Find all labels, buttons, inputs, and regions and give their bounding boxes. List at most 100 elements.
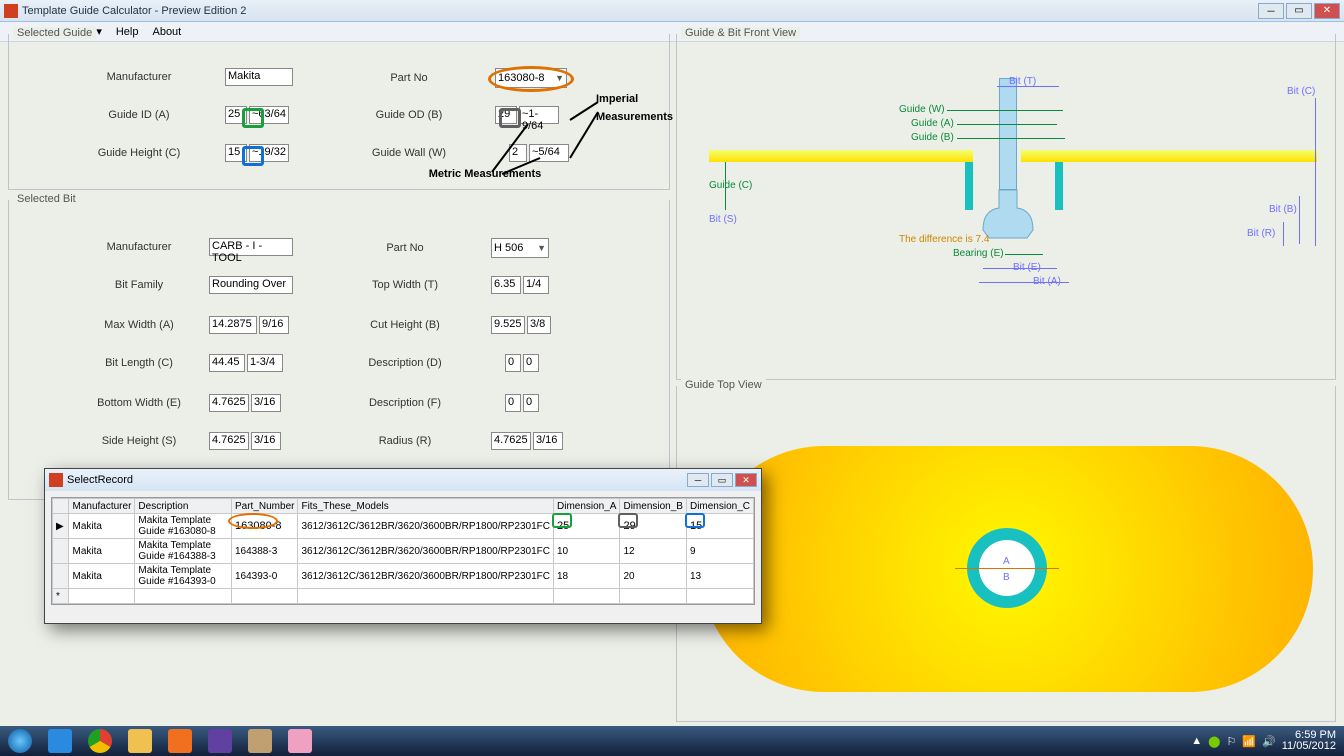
annotation-rect-guideht bbox=[242, 146, 264, 166]
bit-ch-label: Cut Height (B) bbox=[355, 319, 455, 331]
minimize-button[interactable]: － bbox=[1258, 3, 1284, 19]
bit-bw-metric[interactable]: 4.7625 bbox=[209, 394, 249, 412]
bit-r-imperial[interactable]: 3/16 bbox=[533, 432, 563, 450]
bit-topw-imperial[interactable]: 1/4 bbox=[523, 276, 549, 294]
group-front-view: Guide & Bit Front View Bit (T) Guide (W)… bbox=[676, 34, 1336, 380]
guide-od-imperial[interactable]: ~1-9/64 bbox=[519, 106, 559, 124]
bit-topw-label: Top Width (T) bbox=[355, 279, 455, 291]
dim-guideC: Guide (C) bbox=[709, 180, 752, 191]
guide-wall-imperial[interactable]: ~5/64 bbox=[529, 144, 569, 162]
dim-diff: The difference is 7.4 bbox=[899, 234, 989, 245]
group-selected-guide: Selected Guide Manufacturer Makita Part … bbox=[8, 34, 670, 190]
bit-fam-label: Bit Family bbox=[89, 279, 189, 291]
topview-A: A bbox=[1003, 556, 1010, 567]
col-partnumber[interactable]: Part_Number bbox=[232, 499, 298, 514]
taskbar-vs-icon[interactable] bbox=[200, 726, 240, 756]
guide-mfr-field[interactable]: Makita bbox=[225, 68, 293, 86]
table-row[interactable]: MakitaMakita Template Guide #164388-3164… bbox=[53, 539, 754, 564]
app-icon bbox=[4, 4, 18, 18]
group-top-view: Guide Top View A B bbox=[676, 386, 1336, 722]
col-manufacturer[interactable]: Manufacturer bbox=[69, 499, 135, 514]
group-label: Guide Top View bbox=[681, 379, 766, 391]
bit-bw-imperial[interactable]: 3/16 bbox=[251, 394, 281, 412]
bit-maxw-label: Max Width (A) bbox=[89, 319, 189, 331]
titlebar: Template Guide Calculator - Preview Edit… bbox=[0, 0, 1344, 22]
group-label: Selected Guide bbox=[13, 27, 96, 39]
table-row[interactable]: ▶ MakitaMakita Template Guide #163080-8 … bbox=[53, 514, 754, 539]
bit-len-imperial[interactable]: 1-3/4 bbox=[247, 354, 283, 372]
app-icon bbox=[49, 473, 63, 487]
col-dimA[interactable]: Dimension_A bbox=[554, 499, 620, 514]
bit-part-combo[interactable]: H 506▼ bbox=[491, 238, 549, 258]
taskbar-paint-icon[interactable] bbox=[280, 726, 320, 756]
popup-minimize-button[interactable]: － bbox=[687, 473, 709, 487]
table-row[interactable]: MakitaMakita Template Guide #164393-0164… bbox=[53, 564, 754, 589]
guide-wall-metric[interactable]: 2 bbox=[509, 144, 527, 162]
table-row-new[interactable]: * bbox=[53, 589, 754, 604]
popup-title: SelectRecord bbox=[67, 474, 685, 486]
plate-right bbox=[1021, 150, 1317, 162]
tray-clock[interactable]: 6:59 PM11/05/2012 bbox=[1282, 730, 1336, 752]
bit-sh-label: Side Height (S) bbox=[89, 435, 189, 447]
col-fitsmodels[interactable]: Fits_These_Models bbox=[298, 499, 554, 514]
bit-mfr-label: Manufacturer bbox=[89, 241, 189, 253]
window-title: Template Guide Calculator - Preview Edit… bbox=[22, 5, 1256, 17]
bit-bw-label: Bottom Width (E) bbox=[89, 397, 189, 409]
dim-bitB: Bit (B) bbox=[1269, 204, 1297, 215]
guide-id-label: Guide ID (A) bbox=[89, 109, 189, 121]
taskbar-chrome-icon[interactable] bbox=[80, 726, 120, 756]
tray-volume-icon[interactable]: 🔊 bbox=[1262, 735, 1276, 748]
tray-flag-icon[interactable]: ⚐ bbox=[1226, 735, 1236, 748]
guide-mfr-label: Manufacturer bbox=[89, 71, 189, 83]
dim-bearing: Bearing (E) bbox=[953, 248, 1004, 259]
bit-dd-imperial[interactable]: 0 bbox=[523, 354, 539, 372]
col-description[interactable]: Description bbox=[135, 499, 232, 514]
topview-B: B bbox=[1003, 572, 1010, 583]
bit-len-metric[interactable]: 44.45 bbox=[209, 354, 245, 372]
col-dimC[interactable]: Dimension_C bbox=[686, 499, 753, 514]
system-tray[interactable]: ▲ ⬤ ⚐ 📶 🔊 6:59 PM11/05/2012 bbox=[1183, 730, 1344, 752]
bit-len-label: Bit Length (C) bbox=[89, 357, 189, 369]
start-button[interactable] bbox=[0, 726, 40, 756]
close-button[interactable]: ✕ bbox=[1314, 3, 1340, 19]
bit-topw-metric[interactable]: 6.35 bbox=[491, 276, 521, 294]
bit-fam-field[interactable]: Rounding Over bbox=[209, 276, 293, 294]
dim-guideW: Guide (W) bbox=[899, 104, 945, 115]
bit-r-label: Radius (R) bbox=[355, 435, 455, 447]
bit-df-label: Description (F) bbox=[355, 397, 455, 409]
bit-maxw-metric[interactable]: 14.2875 bbox=[209, 316, 257, 334]
popup-titlebar[interactable]: SelectRecord － ▭ ✕ bbox=[45, 469, 761, 491]
bit-sh-imperial[interactable]: 3/16 bbox=[251, 432, 281, 450]
group-label: Selected Bit bbox=[13, 193, 80, 205]
guide-ht-label: Guide Height (C) bbox=[89, 147, 189, 159]
annotation-metric: Metric Measurements bbox=[420, 164, 550, 183]
taskbar: ▲ ⬤ ⚐ 📶 🔊 6:59 PM11/05/2012 bbox=[0, 726, 1344, 756]
bit-mfr-field[interactable]: CARB - I - TOOL bbox=[209, 238, 293, 256]
bit-r-metric[interactable]: 4.7625 bbox=[491, 432, 531, 450]
taskbar-calc-icon[interactable] bbox=[240, 726, 280, 756]
tray-network-icon[interactable]: 📶 bbox=[1242, 735, 1256, 748]
taskbar-explorer-icon[interactable] bbox=[120, 726, 160, 756]
popup-maximize-button[interactable]: ▭ bbox=[711, 473, 733, 487]
annotation-rect-guideid bbox=[242, 108, 264, 128]
bit-ch-imperial[interactable]: 3/8 bbox=[527, 316, 551, 334]
taskbar-media-icon[interactable] bbox=[160, 726, 200, 756]
taskbar-ie-icon[interactable] bbox=[40, 726, 80, 756]
tray-icon[interactable]: ▲ bbox=[1191, 735, 1202, 747]
col-dimB[interactable]: Dimension_B bbox=[620, 499, 686, 514]
popup-close-button[interactable]: ✕ bbox=[735, 473, 757, 487]
bit-maxw-imperial[interactable]: 9/16 bbox=[259, 316, 289, 334]
annotation-circle-partno bbox=[488, 66, 574, 92]
bit-df-imperial[interactable]: 0 bbox=[523, 394, 539, 412]
dim-guideB: Guide (B) bbox=[911, 132, 954, 143]
record-grid[interactable]: Manufacturer Description Part_Number Fit… bbox=[51, 497, 755, 605]
annotation-rect-guideod bbox=[499, 108, 521, 128]
bit-dd-metric[interactable]: 0 bbox=[505, 354, 521, 372]
bit-sh-metric[interactable]: 4.7625 bbox=[209, 432, 249, 450]
bit-ch-metric[interactable]: 9.525 bbox=[491, 316, 525, 334]
tray-nvidia-icon[interactable]: ⬤ bbox=[1208, 735, 1220, 748]
guide-wall-label: Guide Wall (W) bbox=[359, 147, 459, 159]
bit-df-metric[interactable]: 0 bbox=[505, 394, 521, 412]
guide-part-label: Part No bbox=[359, 72, 459, 84]
maximize-button[interactable]: ▭ bbox=[1286, 3, 1312, 19]
